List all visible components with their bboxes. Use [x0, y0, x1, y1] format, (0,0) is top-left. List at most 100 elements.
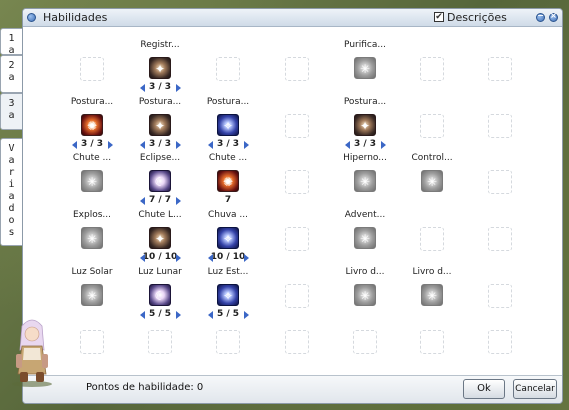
skill-name: Postura... [343, 97, 387, 107]
title-bar[interactable]: Habilidades ✔ Descrições − × [23, 9, 562, 27]
skill-level: 7 [224, 195, 232, 205]
skill-level: 3 / 3 [148, 82, 172, 92]
decrease-level-button[interactable] [72, 141, 77, 149]
skill-level: 3 / 3 [148, 139, 172, 149]
skill-glyph-icon: ✺ [86, 119, 98, 133]
skill-name: Postura... [70, 97, 114, 107]
skill-icon[interactable]: ✧ [217, 227, 239, 249]
increase-level-button[interactable] [176, 197, 181, 205]
skills-window: Habilidades ✔ Descrições − × Pontos de h… [22, 8, 563, 404]
empty-skill-slot [488, 284, 512, 308]
increase-level-button[interactable] [108, 141, 113, 149]
tab-label: 3a [8, 98, 15, 121]
cancel-button[interactable]: Cancelar [513, 379, 557, 399]
skill-icon[interactable]: ✳ [354, 284, 376, 306]
tab-1a[interactable]: 1a [0, 28, 22, 56]
increase-level-button[interactable] [176, 254, 181, 262]
increase-level-button[interactable] [244, 254, 249, 262]
skill-level: 3 / 3 [80, 139, 104, 149]
decrease-level-button[interactable] [140, 141, 145, 149]
skill-name: Purifica... [344, 40, 386, 50]
skill-glyph-icon: ✦ [154, 232, 166, 246]
skill-icon[interactable]: ✦ [149, 114, 171, 136]
skill-name: Registr... [140, 40, 180, 50]
skill-icon[interactable]: ✳ [354, 57, 376, 79]
empty-skill-slot [353, 330, 377, 354]
empty-skill-slot [420, 330, 444, 354]
empty-skill-slot [488, 114, 512, 138]
increase-level-button[interactable] [176, 141, 181, 149]
close-button[interactable]: × [549, 11, 558, 22]
close-icon: × [550, 11, 557, 20]
skill-icon[interactable]: ☾ [149, 170, 171, 192]
skill-name: Luz Lunar [138, 267, 182, 277]
skill-icon[interactable]: ✳ [81, 284, 103, 306]
skill-icon[interactable]: ✦ [149, 227, 171, 249]
tab-label: 1a [8, 33, 15, 56]
decrease-level-button[interactable] [140, 197, 145, 205]
decrease-level-button[interactable] [345, 141, 350, 149]
window-title: Habilidades [43, 11, 108, 24]
increase-level-button[interactable] [244, 141, 249, 149]
increase-level-button[interactable] [176, 311, 181, 319]
decrease-level-button[interactable] [208, 141, 213, 149]
decrease-level-button[interactable] [140, 254, 145, 262]
skill-icon[interactable]: ✳ [421, 284, 443, 306]
skill-points-label: Pontos de habilidade: 0 [86, 382, 204, 393]
empty-skill-slot [488, 330, 512, 354]
skill-name: Explos... [72, 210, 111, 220]
descriptions-label: Descrições [447, 11, 507, 24]
ok-button[interactable]: Ok [463, 379, 505, 399]
increase-level-button[interactable] [244, 311, 249, 319]
skill-name: Livro d... [345, 267, 385, 277]
empty-skill-slot [216, 330, 240, 354]
skill-name: Postura... [206, 97, 250, 107]
skill-icon[interactable]: ✧ [217, 114, 239, 136]
skill-glyph-icon: ✦ [359, 119, 371, 133]
tab-variados[interactable]: Variados [0, 138, 22, 246]
empty-skill-slot [488, 57, 512, 81]
skill-icon[interactable]: ✺ [81, 114, 103, 136]
empty-skill-slot [285, 330, 309, 354]
tab-3a[interactable]: 3a [0, 93, 22, 130]
increase-level-button[interactable] [381, 141, 386, 149]
skill-glyph-icon: ✧ [222, 119, 234, 133]
skill-icon[interactable]: ✦ [149, 57, 171, 79]
minimize-button[interactable]: − [536, 11, 545, 22]
skill-icon[interactable]: ✳ [421, 170, 443, 192]
decrease-level-button[interactable] [140, 311, 145, 319]
skill-glyph-icon: ✳ [359, 289, 371, 303]
empty-skill-slot [488, 170, 512, 194]
decrease-level-button[interactable] [208, 254, 213, 262]
skill-icon[interactable]: ✺ [217, 170, 239, 192]
empty-skill-slot [285, 227, 309, 251]
skill-name: Luz Est... [207, 267, 249, 277]
tab-2a[interactable]: 2a [0, 55, 22, 93]
descriptions-checkbox[interactable]: ✔ [434, 12, 444, 22]
skill-name: Chute L... [138, 210, 182, 220]
empty-skill-slot [80, 57, 104, 81]
skill-glyph-icon: ✳ [359, 232, 371, 246]
skill-glyph-icon: ✳ [359, 62, 371, 76]
skill-glyph-icon: ✦ [154, 119, 166, 133]
empty-skill-slot [285, 170, 309, 194]
empty-skill-slot [148, 330, 172, 354]
skill-name: Hiperno... [343, 153, 387, 163]
decrease-level-button[interactable] [140, 84, 145, 92]
window-menu-icon[interactable] [27, 13, 36, 22]
decrease-level-button[interactable] [208, 311, 213, 319]
empty-skill-slot [216, 57, 240, 81]
skill-icon[interactable]: ☾ [149, 284, 171, 306]
skill-icon[interactable]: ✦ [354, 114, 376, 136]
skill-icon[interactable]: ✳ [354, 227, 376, 249]
skill-icon[interactable]: ✳ [81, 227, 103, 249]
skill-icon[interactable]: ✳ [81, 170, 103, 192]
skill-icon[interactable]: ✳ [354, 170, 376, 192]
empty-skill-slot [285, 284, 309, 308]
increase-level-button[interactable] [176, 84, 181, 92]
skill-glyph-icon: ✧ [222, 232, 234, 246]
skill-name: Advent... [344, 210, 386, 220]
skill-name: Luz Solar [71, 267, 113, 277]
skill-icon[interactable]: ✧ [217, 284, 239, 306]
skill-glyph-icon: ✳ [426, 289, 438, 303]
